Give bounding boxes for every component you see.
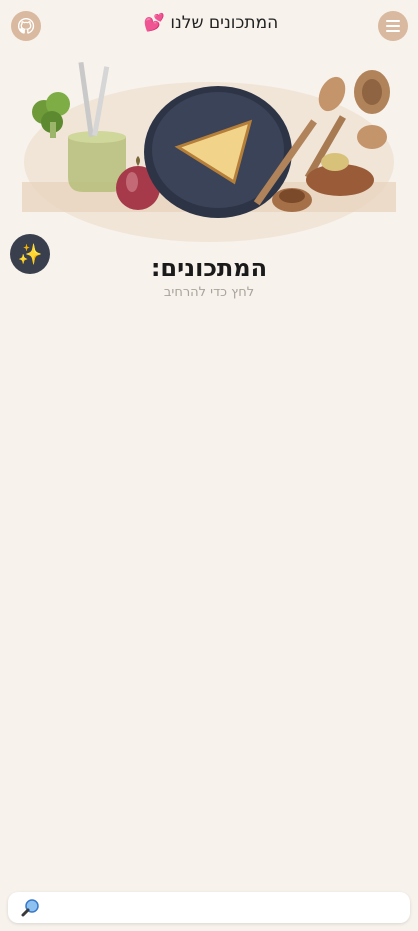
search-bar xyxy=(8,892,410,925)
recipes-heading: המתכונים: xyxy=(150,254,268,282)
app-title-text: המתכונים שלנו xyxy=(170,13,279,33)
page-title: המתכונים שלנו 💕 xyxy=(0,13,418,33)
search-input[interactable] xyxy=(48,892,402,925)
plate-icon xyxy=(144,86,292,218)
top-bar: המתכונים שלנו 💕 xyxy=(0,0,418,52)
search-icon[interactable] xyxy=(20,898,40,918)
menu-button[interactable] xyxy=(378,11,408,41)
expand-hint[interactable]: לחץ כדי להרחיב xyxy=(0,285,418,300)
heart-icon: 💕 xyxy=(143,13,165,33)
hamburger-menu-icon xyxy=(386,20,400,32)
hero-illustration xyxy=(22,52,396,242)
